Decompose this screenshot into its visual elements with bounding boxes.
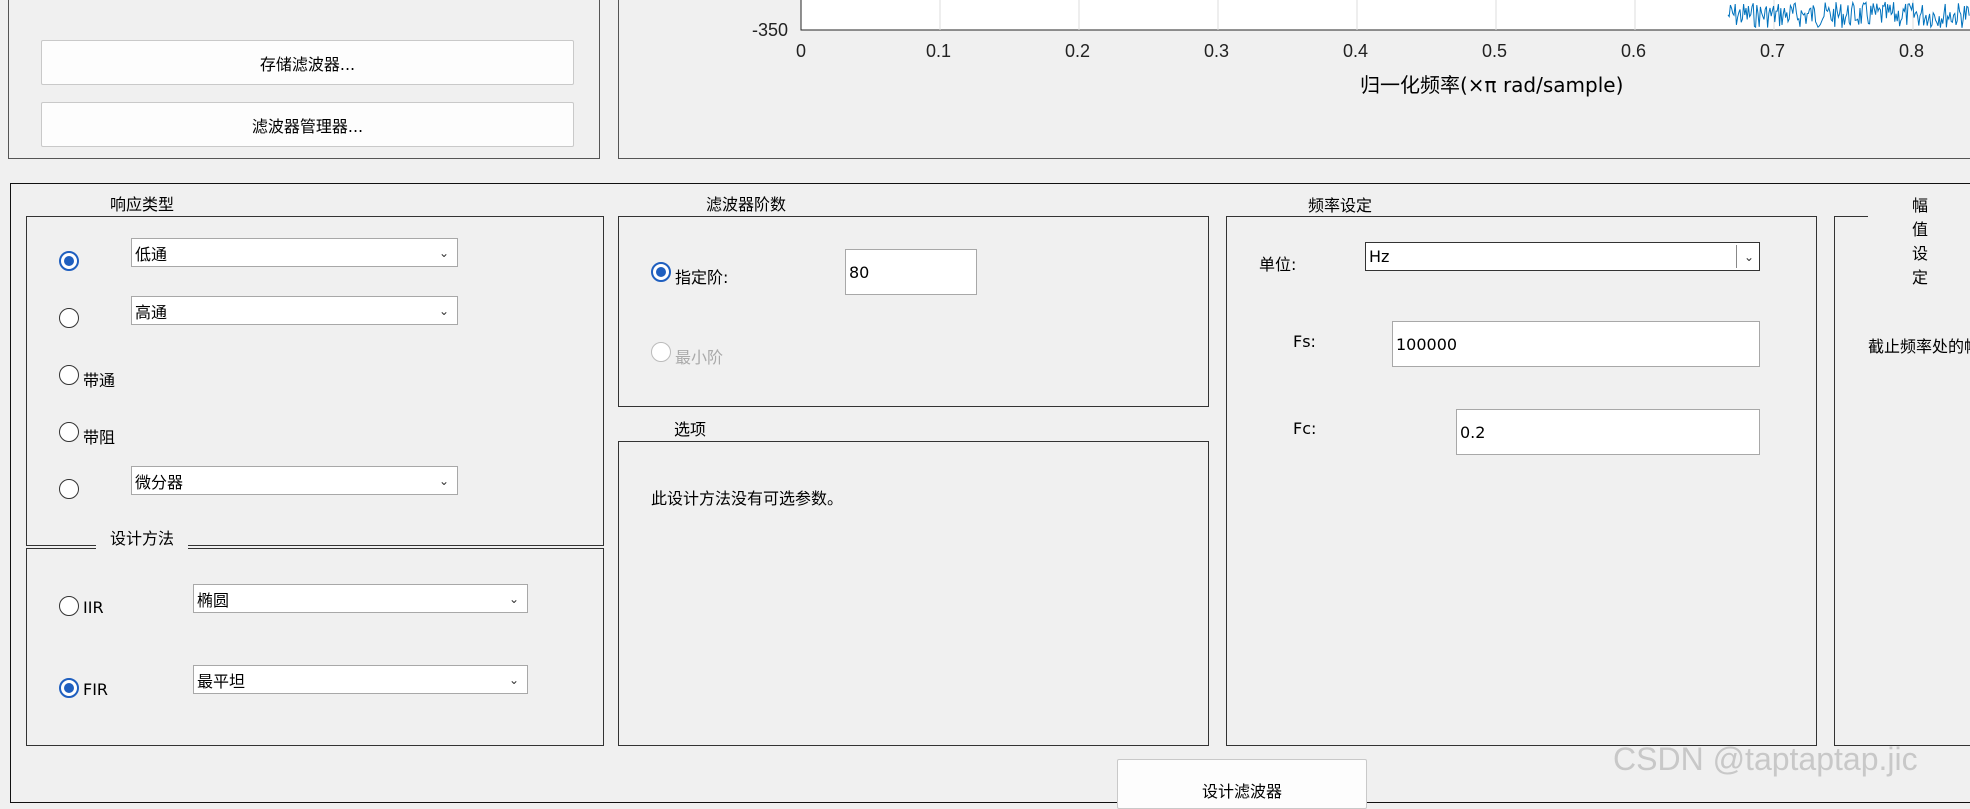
magnitude-spec-text: 截止频率处的幅	[1868, 337, 1970, 356]
x-tick-label: 0.5	[1482, 41, 1508, 61]
watermark-text: CSDN @taptaptap.jic	[1613, 741, 1918, 777]
design-method-group	[26, 548, 604, 746]
store-filter-button[interactable]: 存储滤波器...	[41, 40, 574, 85]
design-method-title: 设计方法	[96, 525, 189, 549]
fs-input[interactable]: 100000	[1392, 321, 1760, 367]
options-text: 此设计方法没有可选参数。	[651, 489, 844, 508]
x-tick-label: 0	[796, 41, 807, 61]
bandpass-radio[interactable]	[59, 365, 79, 385]
frequency-spec-title: 频率设定	[1290, 192, 1391, 216]
minimum-order-radio[interactable]	[651, 342, 671, 362]
iir-select-value: 椭圆	[197, 590, 230, 610]
fir-select-value: 最平坦	[197, 671, 246, 691]
lowpass-select-value: 低通	[135, 244, 168, 264]
filter-order-title: 滤波器阶数	[690, 191, 803, 215]
frequency-spec-group	[1226, 216, 1817, 746]
chevron-down-icon: ⌄	[508, 672, 519, 687]
chevron-down-icon: ⌄	[438, 473, 449, 488]
chevron-down-icon: ⌄	[1743, 249, 1754, 264]
iir-radio[interactable]	[59, 596, 79, 616]
differentiator-select[interactable]: 微分器 ⌄	[131, 466, 458, 495]
minimum-order-label: 最小阶	[675, 348, 724, 367]
fir-label: FIR	[83, 680, 109, 699]
fir-select[interactable]: 最平坦 ⌄	[193, 665, 528, 694]
x-axis-label: 归一化频率(×π rad/sample)	[1360, 73, 1624, 97]
y-tick-label: -350	[752, 20, 789, 40]
differentiator-select-value: 微分器	[135, 472, 184, 492]
fc-label: Fc:	[1293, 419, 1317, 438]
x-tick-label: 0.8	[1899, 41, 1925, 61]
unit-select-value: Hz	[1369, 247, 1390, 266]
magnitude-spec-title: 幅值设定	[1868, 192, 1970, 288]
response-type-title: 响应类型	[96, 191, 189, 215]
x-tick-label: 0.6	[1621, 41, 1647, 61]
fc-input[interactable]: 0.2	[1456, 409, 1760, 455]
iir-select[interactable]: 椭圆 ⌄	[193, 584, 528, 613]
lowpass-select[interactable]: 低通 ⌄	[131, 238, 458, 267]
chevron-down-icon: ⌄	[508, 591, 519, 606]
unit-select[interactable]: Hz ⌄	[1365, 242, 1760, 271]
x-tick-label: 0.7	[1760, 41, 1786, 61]
order-input[interactable]: 80	[845, 249, 977, 295]
bandpass-label: 带通	[83, 371, 116, 390]
highpass-radio[interactable]	[59, 308, 79, 328]
iir-label: IIR	[83, 598, 104, 617]
bandstop-radio[interactable]	[59, 422, 79, 442]
filter-order-group	[618, 216, 1209, 407]
bandstop-label: 带阻	[83, 428, 116, 447]
design-filter-button[interactable]: 设计滤波器	[1117, 759, 1367, 809]
x-tick-label: 0.4	[1343, 41, 1369, 61]
x-tick-label: 0.1	[926, 41, 952, 61]
options-title: 选项	[650, 416, 731, 440]
specify-order-radio[interactable]	[651, 262, 671, 282]
unit-label: 单位:	[1259, 255, 1297, 274]
unit-select-divider	[1736, 245, 1737, 268]
specify-order-label: 指定阶:	[675, 268, 729, 287]
x-tick-label: 0.3	[1204, 41, 1230, 61]
x-tick-label: 0.2	[1065, 41, 1091, 61]
magnitude-plot	[800, 0, 1970, 31]
highpass-select[interactable]: 高通 ⌄	[131, 296, 458, 325]
fir-radio[interactable]	[59, 678, 79, 698]
chevron-down-icon: ⌄	[438, 245, 449, 260]
filter-manager-button[interactable]: 滤波器管理器...	[41, 102, 574, 147]
highpass-select-value: 高通	[135, 302, 168, 322]
magnitude-spec-group	[1834, 216, 1970, 746]
fs-label: Fs:	[1293, 332, 1316, 351]
chevron-down-icon: ⌄	[438, 303, 449, 318]
lowpass-radio[interactable]	[59, 251, 79, 271]
differentiator-radio[interactable]	[59, 479, 79, 499]
